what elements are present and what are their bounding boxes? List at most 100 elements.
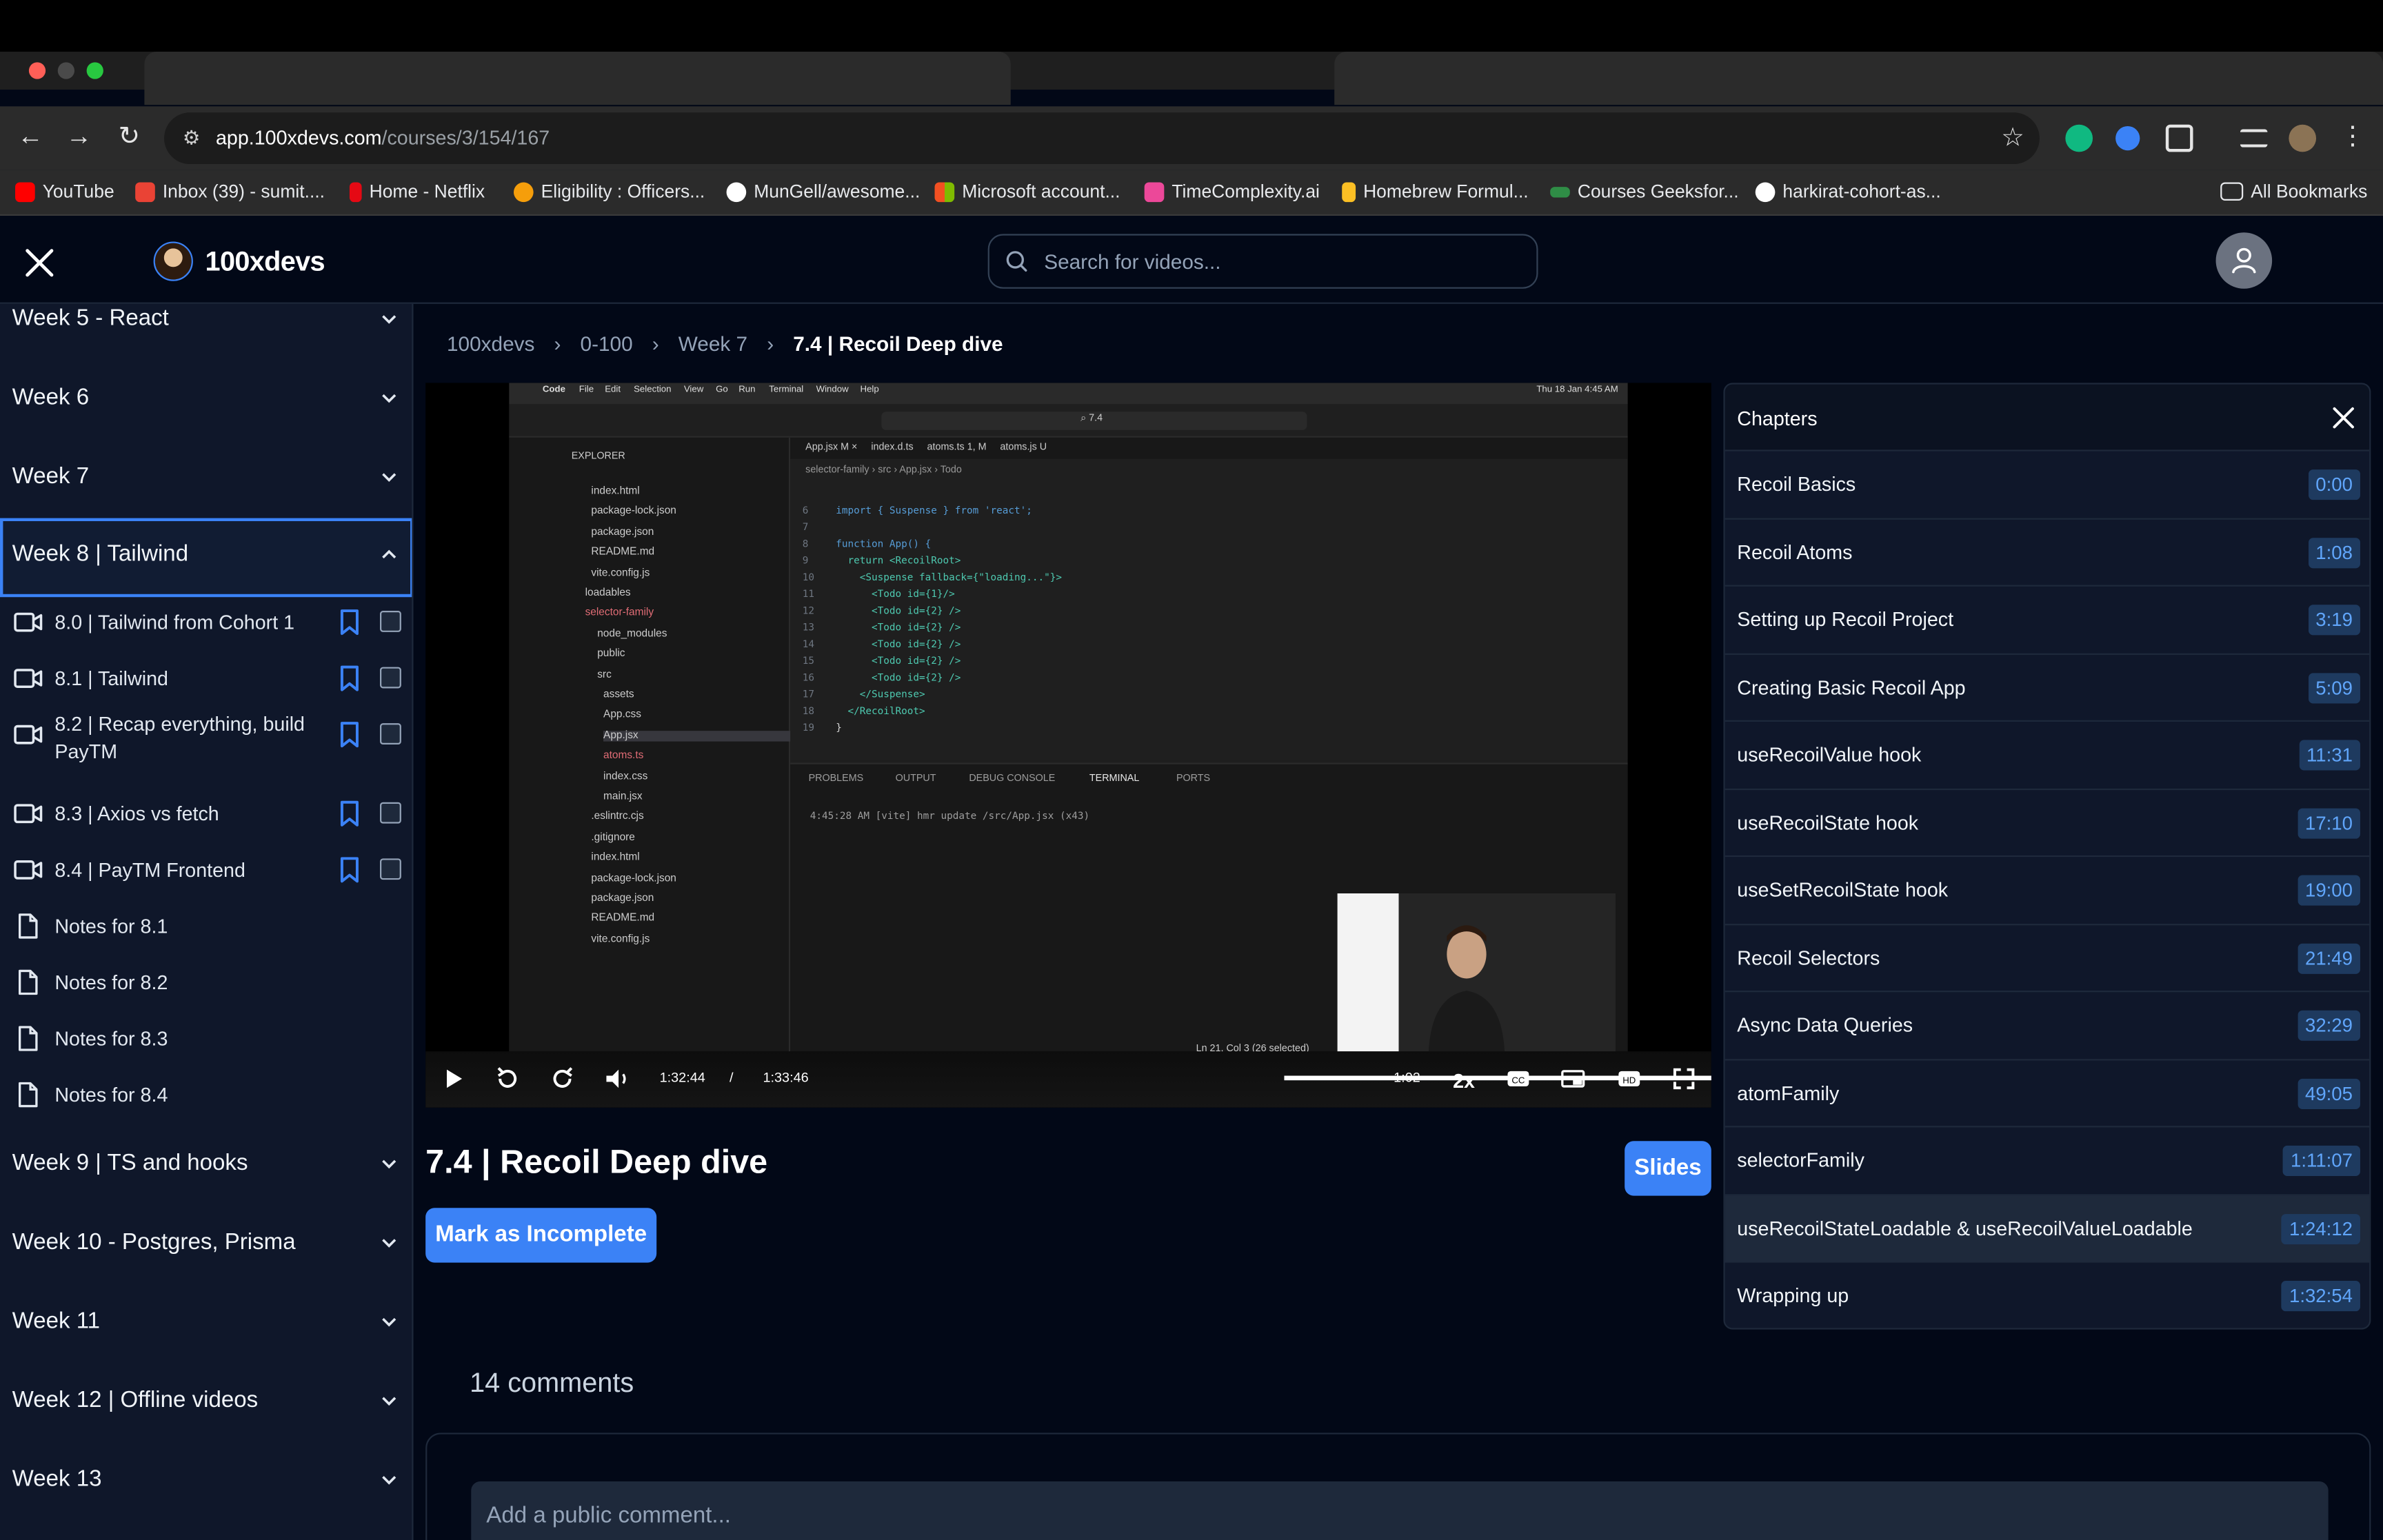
chapter-timestamp[interactable]: 5:09 [2308,672,2360,703]
window-zoom-button[interactable] [86,62,103,79]
chapter-timestamp[interactable]: 0:00 [2308,469,2360,500]
chapter-timestamp[interactable]: 1:24:12 [2281,1213,2360,1244]
hd-quality-icon[interactable]: HD [1616,1065,1643,1093]
week-section[interactable]: Week 10 - Postgres, Prisma [0,1206,412,1286]
lesson-video-item[interactable]: 8.1 | Tailwind [0,650,412,707]
playback-speed[interactable]: 2x [1453,1070,1475,1093]
close-chapters-icon[interactable] [2331,405,2355,429]
chapter-timestamp[interactable]: 3:19 [2308,605,2360,636]
lesson-checkbox[interactable] [380,723,401,745]
bookmark-mungell[interactable]: MunGell/awesome... [726,181,920,202]
breadcrumb-item[interactable]: Week 7 [678,333,747,356]
bookmark-icon[interactable] [339,857,361,883]
play-icon[interactable] [439,1065,467,1093]
week-section[interactable]: Week 5 - React [0,304,412,362]
chapter-item[interactable]: selectorFamily 1:11:07 [1725,1127,2370,1195]
slides-button[interactable]: Slides [1625,1141,1711,1196]
lesson-checkbox[interactable] [380,802,401,824]
chapter-timestamp[interactable]: 11:31 [2299,740,2360,771]
lesson-checkbox[interactable] [380,667,401,689]
bookmark-youtube[interactable]: YouTube [15,181,114,202]
week-section[interactable]: Week 12 | Offline videos [0,1364,412,1443]
lesson-video-item[interactable]: 8.0 | Tailwind from Cohort 1 [0,594,412,651]
search-input[interactable] [1044,246,1516,277]
extension-icon[interactable] [2065,124,2093,152]
chapter-item[interactable]: Recoil Atoms 1:08 [1725,519,2370,587]
comment-input[interactable] [471,1481,2329,1540]
lesson-video-item[interactable]: 8.3 | Axios vs fetch [0,786,412,842]
chapter-timestamp[interactable]: 49:05 [2297,1077,2360,1108]
lesson-notes-item[interactable]: Notes for 8.1 [0,898,412,955]
chapter-item[interactable]: useRecoilStateLoadable & useRecoilValueL… [1725,1195,2370,1263]
bookmark-icon[interactable] [339,800,361,827]
extensions-puzzle-icon[interactable] [2165,124,2193,152]
breadcrumb-item[interactable]: 0-100 [581,333,633,356]
chapter-item[interactable]: useRecoilState hook 17:10 [1725,789,2370,858]
user-menu-button[interactable] [2215,232,2273,289]
media-control-icon[interactable] [2240,129,2268,148]
chapter-timestamp[interactable]: 1:32:54 [2281,1281,2360,1312]
seek-bar[interactable] [1284,1075,1711,1081]
chapter-item[interactable]: Recoil Basics 0:00 [1725,452,2370,519]
chapter-timestamp[interactable]: 21:49 [2297,942,2360,973]
bookmark-icon[interactable] [339,722,361,748]
week-section[interactable]: Week 11 [0,1286,412,1365]
react-devtools-icon[interactable] [2115,125,2140,151]
close-sidebar-icon[interactable] [23,246,56,279]
chapter-timestamp[interactable]: 1:08 [2308,537,2360,568]
profile-avatar[interactable] [2289,124,2317,152]
browser-tab[interactable] [1334,51,2383,105]
bookmark-microsoft[interactable]: Microsoft account... [934,181,1120,202]
chapter-timestamp[interactable]: 17:10 [2297,807,2360,838]
chapter-timestamp[interactable]: 1:11:07 [2283,1145,2360,1176]
lesson-notes-item[interactable]: Notes for 8.3 [0,1011,412,1067]
volume-icon[interactable] [603,1065,631,1093]
picture-in-picture-icon[interactable] [1559,1065,1587,1093]
fullscreen-icon[interactable] [1670,1065,1698,1093]
chapter-item[interactable]: Creating Basic Recoil App 5:09 [1725,654,2370,722]
chapter-item[interactable]: Wrapping up 1:32:54 [1725,1263,2370,1328]
chapter-item[interactable]: useSetRecoilState hook 19:00 [1725,857,2370,925]
forward-arrow-icon[interactable]: → [64,121,94,152]
reload-icon[interactable]: ↻ [114,121,144,152]
captions-icon[interactable]: CC [1505,1065,1532,1093]
week-section[interactable]: Week 7 [0,440,412,520]
bookmark-icon[interactable] [339,609,361,636]
lesson-video-item[interactable]: 8.2 | Recap everything, build PayTM [0,707,412,762]
all-bookmarks[interactable]: All Bookmarks [2220,181,2367,202]
week-section[interactable]: Week 6 [0,362,412,441]
chapter-item[interactable]: atomFamily 49:05 [1725,1060,2370,1128]
bookmark-geeksforgeeks[interactable]: Courses Geeksfor... [1550,181,1739,202]
lesson-video-item[interactable]: 8.4 | PayTM Frontend [0,842,412,898]
browser-menu-icon[interactable]: ⋮ [2337,121,2368,152]
search-box[interactable] [987,234,1538,289]
rewind-icon[interactable] [494,1065,521,1093]
bookmark-homebrew[interactable]: Homebrew Formul... [1342,181,1529,202]
bookmark-netflix[interactable]: Home - Netflix [349,181,485,202]
address-bar[interactable]: ⚙ app.100xdevs.com/courses/3/154/167 ☆ [164,112,2040,165]
video-player[interactable]: Code File Edit Selection View Go Run Terminal Wi… [425,383,1711,1108]
bookmark-harkirat[interactable]: harkirat-cohort-as... [1755,181,1941,202]
window-minimize-button[interactable] [57,62,75,79]
lesson-checkbox[interactable] [380,611,401,632]
bookmark-star-icon[interactable]: ☆ [2001,123,2024,154]
logo-text[interactable]: 100xdevs [205,246,325,278]
bookmark-timecomplexity[interactable]: TimeComplexity.ai [1144,181,1320,202]
window-close-button[interactable] [28,62,46,79]
week-section[interactable]: Week 9 | TS and hooks [0,1127,412,1206]
browser-tab[interactable] [144,51,1011,105]
chapter-item[interactable]: useRecoilValue hook 11:31 [1725,722,2370,790]
lesson-notes-item[interactable]: Notes for 8.4 [0,1066,412,1123]
chapter-timestamp[interactable]: 19:00 [2297,875,2360,906]
breadcrumb-item[interactable]: 100xdevs [447,333,534,356]
mark-incomplete-button[interactable]: Mark as Incomplete [425,1208,657,1263]
lesson-notes-item[interactable]: Notes for 8.2 [0,954,412,1011]
bookmark-icon[interactable] [339,665,361,691]
site-settings-icon[interactable]: ⚙ [179,126,203,150]
bookmark-eligibility[interactable]: Eligibility : Officers... [513,181,705,202]
back-arrow-icon[interactable]: ← [15,121,46,152]
week-section[interactable]: Week 13 [0,1443,412,1523]
bookmark-gmail[interactable]: Inbox (39) - sumit.... [135,181,325,202]
chapter-item[interactable]: Async Data Queries 32:29 [1725,992,2370,1060]
chapter-item[interactable]: Setting up Recoil Project 3:19 [1725,587,2370,654]
